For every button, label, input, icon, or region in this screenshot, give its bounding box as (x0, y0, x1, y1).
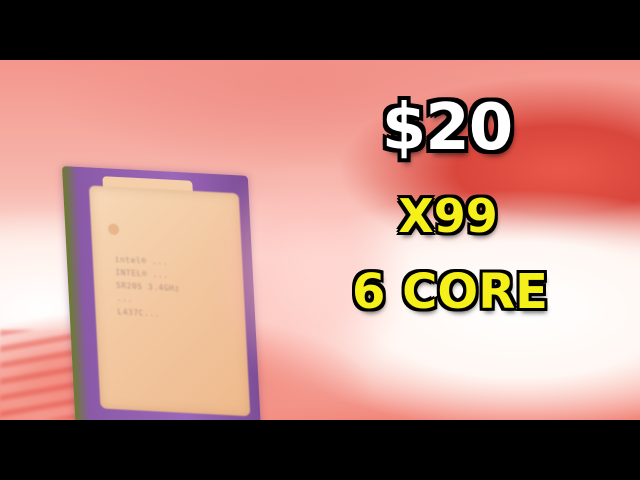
headline-cores: 6 CORE (352, 264, 548, 320)
cpu-pin1-marker (108, 224, 119, 235)
cpu-photo: intel® ... INTEL® ... SR20S 3.4GHz ... L… (0, 60, 640, 420)
headline-platform: X99 (398, 189, 498, 243)
letterbox-bar-bottom (0, 420, 640, 480)
video-thumbnail: intel® ... INTEL® ... SR20S 3.4GHz ... L… (0, 0, 640, 480)
headline-price: $20 (381, 91, 514, 165)
letterbox-bar-top (0, 0, 640, 60)
